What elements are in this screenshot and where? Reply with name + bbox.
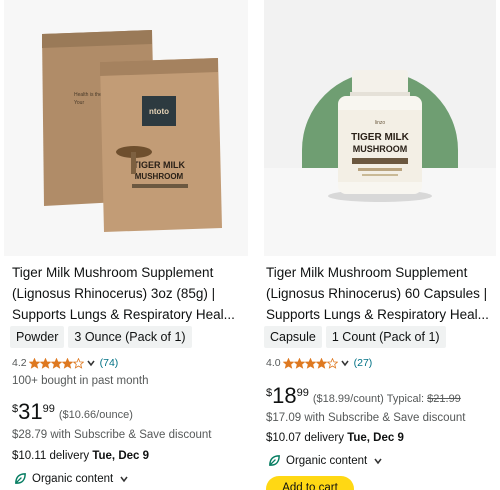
star-icon — [315, 357, 327, 369]
star-rating[interactable] — [28, 357, 84, 369]
subscribe-save-text: $28.79 with Subscribe & Save discount — [12, 429, 212, 441]
rating-row[interactable]: 4.0 (27) — [266, 356, 372, 370]
product-image-graphic: Health is the Your ntoto TIGER MILK MUSH… — [4, 0, 248, 256]
leaf-icon — [269, 455, 280, 466]
star-icon — [293, 357, 305, 369]
variant-chip-form[interactable]: Capsule — [264, 326, 322, 348]
bought-past-month: 100+ bought in past month — [12, 375, 149, 387]
svg-text:Health is the: Health is the — [74, 92, 102, 98]
organic-label: Organic content — [32, 472, 114, 485]
rating-value: 4.2 — [12, 357, 27, 369]
delivery-cost: $10.07 delivery — [266, 432, 348, 444]
typical-label: Typical: — [386, 393, 425, 405]
unit-price: ($18.99/count) — [312, 393, 384, 405]
variant-chips: Powder 3 Ounce (Pack of 1) — [10, 326, 192, 348]
image-brand: linzo — [375, 120, 386, 126]
star-icon — [61, 357, 73, 369]
price[interactable]: $ 31 99 ($10.66/ounce) — [12, 400, 133, 424]
chevron-down-icon[interactable] — [119, 474, 129, 484]
star-rating[interactable] — [282, 357, 338, 369]
variant-chip-size[interactable]: 3 Ounce (Pack of 1) — [68, 326, 192, 348]
delivery-info: $10.07 delivery Tue, Dec 9 — [266, 432, 404, 444]
svg-text:Your: Your — [74, 100, 84, 106]
price-fraction: 99 — [296, 387, 309, 399]
star-icon — [39, 357, 51, 369]
typical-price-value: $21.99 — [427, 393, 461, 405]
product-title[interactable]: Tiger Milk Mushroom Supplement (Lignosus… — [266, 262, 498, 325]
product-card[interactable]: linzo TIGER MILK MUSHROOM Tiger Milk Mus… — [258, 0, 500, 490]
rating-value: 4.0 — [266, 357, 281, 369]
product-image[interactable]: Health is the Your ntoto TIGER MILK MUSH… — [4, 0, 248, 256]
variant-chip-size[interactable]: 1 Count (Pack of 1) — [325, 326, 446, 348]
rating-row[interactable]: 4.2 (74) — [12, 356, 118, 370]
delivery-info: $10.11 delivery Tue, Dec 9 — [12, 450, 149, 462]
chevron-down-icon[interactable] — [86, 358, 96, 368]
product-image-graphic: linzo TIGER MILK MUSHROOM — [264, 0, 496, 256]
price-whole: 31 — [18, 399, 43, 424]
price[interactable]: $ 18 99 ($18.99/count) Typical: $21.99 — [266, 384, 461, 408]
organic-label: Organic content — [286, 454, 368, 467]
chevron-down-icon[interactable] — [373, 456, 383, 466]
star-icon — [50, 357, 62, 369]
svg-text:MUSHROOM: MUSHROOM — [353, 144, 408, 154]
star-icon — [72, 357, 84, 369]
price-whole: 18 — [272, 383, 297, 408]
star-icon — [304, 357, 316, 369]
price-fraction: 99 — [42, 403, 55, 415]
add-to-cart-button[interactable]: Add to cart — [266, 476, 354, 490]
star-icon — [28, 357, 40, 369]
svg-text:MUSHROOM: MUSHROOM — [135, 172, 184, 181]
subscribe-save-text: $17.09 with Subscribe & Save discount — [266, 412, 466, 424]
variant-chips: Capsule 1 Count (Pack of 1) — [264, 326, 446, 348]
product-card[interactable]: Health is the Your ntoto TIGER MILK MUSH… — [0, 0, 252, 490]
star-icon — [282, 357, 294, 369]
delivery-date: Tue, Dec 9 — [92, 450, 150, 462]
unit-price: ($10.66/ounce) — [58, 409, 133, 421]
organic-content-badge[interactable]: Organic content — [14, 472, 129, 485]
svg-text:TIGER MILK: TIGER MILK — [133, 160, 185, 170]
typical-price: Typical: $21.99 — [387, 393, 461, 405]
image-brand: ntoto — [149, 107, 169, 116]
star-icon — [326, 357, 338, 369]
review-count-link[interactable]: (27) — [354, 357, 373, 369]
delivery-date: Tue, Dec 9 — [347, 432, 404, 444]
chevron-down-icon[interactable] — [340, 358, 350, 368]
svg-text:TIGER MILK: TIGER MILK — [351, 132, 410, 143]
organic-content-badge[interactable]: Organic content — [268, 454, 383, 467]
leaf-icon — [15, 473, 26, 484]
variant-chip-form[interactable]: Powder — [10, 326, 65, 348]
review-count-link[interactable]: (74) — [100, 357, 119, 369]
product-image[interactable]: linzo TIGER MILK MUSHROOM — [264, 0, 496, 256]
product-title[interactable]: Tiger Milk Mushroom Supplement (Lignosus… — [12, 262, 248, 325]
delivery-cost: $10.11 delivery — [12, 450, 93, 462]
